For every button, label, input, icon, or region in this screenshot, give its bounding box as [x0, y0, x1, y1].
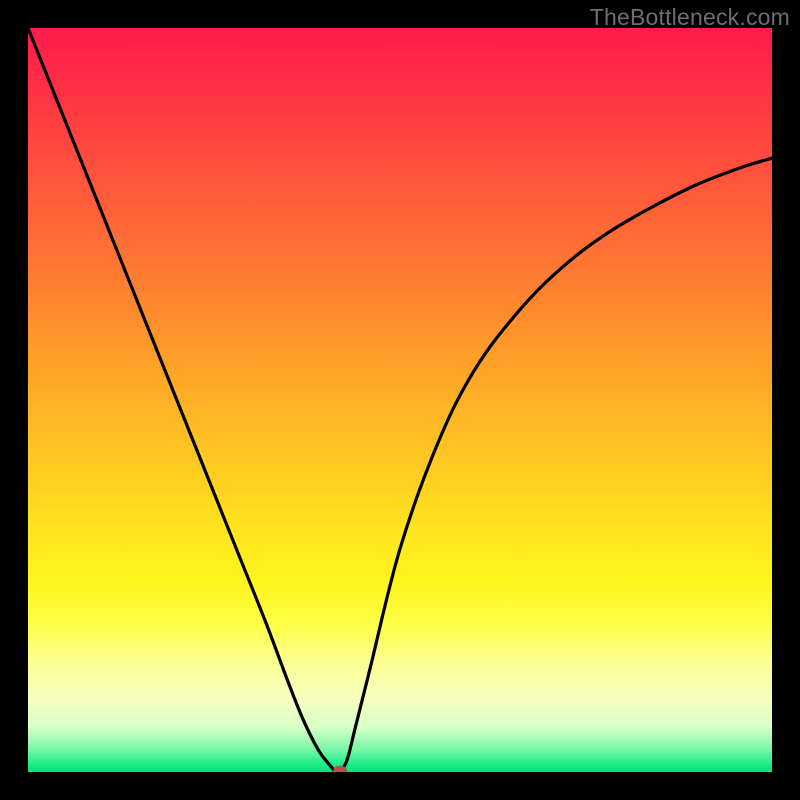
chart-frame: TheBottleneck.com: [0, 0, 800, 800]
plot-area: [28, 28, 772, 772]
bottleneck-curve: [28, 28, 772, 772]
optimum-marker-icon: [333, 766, 347, 772]
watermark-text: TheBottleneck.com: [590, 4, 790, 31]
